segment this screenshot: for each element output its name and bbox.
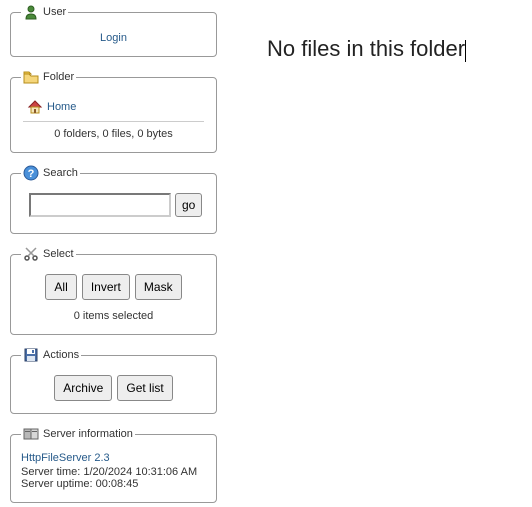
folder-icon <box>23 69 39 85</box>
home-icon <box>27 99 43 115</box>
getlist-button[interactable]: Get list <box>117 375 172 401</box>
server-time-text: Server time: 1/20/2024 10:31:06 AM <box>21 466 197 478</box>
select-legend-label: Select <box>43 248 74 260</box>
user-legend: User <box>21 4 68 20</box>
select-mask-button[interactable]: Mask <box>135 274 182 300</box>
folder-panel: Folder Home 0 folders, 0 files, 0 bytes <box>10 69 217 153</box>
user-icon <box>23 4 39 20</box>
server-product-link[interactable]: HttpFileServer 2.3 <box>21 452 110 464</box>
empty-folder-message: No files in this folder <box>267 36 465 61</box>
server-info-icon <box>23 426 39 442</box>
folder-legend: Folder <box>21 69 76 85</box>
select-invert-button[interactable]: Invert <box>82 274 130 300</box>
server-uptime-text: Server uptime: 00:08:45 <box>21 478 138 490</box>
actions-legend: Actions <box>21 347 81 363</box>
folder-legend-label: Folder <box>43 71 74 83</box>
search-panel: ? Search go <box>10 165 217 234</box>
search-go-button[interactable]: go <box>175 193 202 217</box>
select-panel: Select All Invert Mask 0 items selected <box>10 246 217 335</box>
save-icon <box>23 347 39 363</box>
folder-separator <box>23 121 204 122</box>
sidebar: User Login Folder Home <box>0 0 225 507</box>
search-input[interactable] <box>29 193 171 217</box>
search-legend: ? Search <box>21 165 80 181</box>
main-content: No files in this folder <box>225 0 532 500</box>
actions-panel: Actions Archive Get list <box>10 347 217 414</box>
server-info-legend: Server information <box>21 426 135 442</box>
scissors-icon <box>23 246 39 262</box>
selected-count: 0 items selected <box>21 310 206 322</box>
search-legend-label: Search <box>43 167 78 179</box>
select-legend: Select <box>21 246 76 262</box>
svg-text:?: ? <box>28 168 35 180</box>
select-all-button[interactable]: All <box>45 274 76 300</box>
user-panel: User Login <box>10 4 217 57</box>
help-icon: ? <box>23 165 39 181</box>
server-info-legend-label: Server information <box>43 428 133 440</box>
user-legend-label: User <box>43 6 66 18</box>
folder-stats: 0 folders, 0 files, 0 bytes <box>21 128 206 140</box>
home-link[interactable]: Home <box>47 101 76 113</box>
server-info-panel: Server information HttpFileServer 2.3 Se… <box>10 426 217 503</box>
login-link[interactable]: Login <box>100 32 127 44</box>
text-caret <box>465 40 466 62</box>
actions-legend-label: Actions <box>43 349 79 361</box>
archive-button[interactable]: Archive <box>54 375 112 401</box>
